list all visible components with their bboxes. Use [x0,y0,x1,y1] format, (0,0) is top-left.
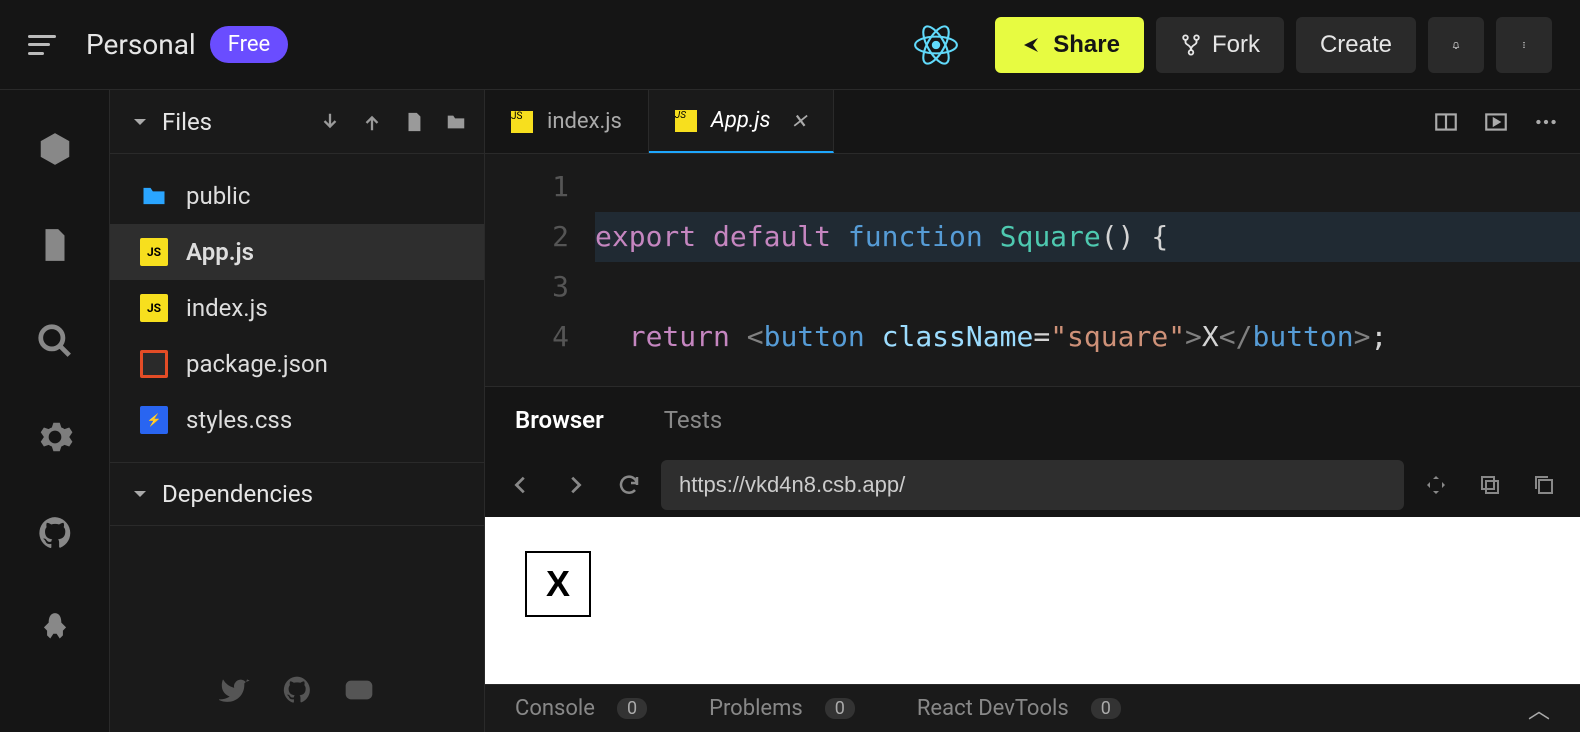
create-button[interactable]: Create [1296,17,1416,73]
file-tree-folder-public[interactable]: public [110,168,484,224]
open-new-window-icon[interactable] [1522,463,1566,507]
files-panel-header[interactable]: Files [110,90,484,154]
workspace-name[interactable]: Personal [86,28,196,61]
share-button[interactable]: Share [995,17,1144,73]
line-number: 1 [485,162,569,212]
json-file-icon [140,350,168,378]
line-number: 2 [485,212,569,262]
reload-icon[interactable] [607,463,651,507]
nav-back-icon[interactable] [499,463,543,507]
copy-preview-icon[interactable] [1468,463,1512,507]
code-editor[interactable]: 1 2 3 4 export default function Square()… [485,154,1580,386]
css-file-icon: ⚡ [140,406,168,434]
upload-icon[interactable] [356,106,388,138]
deploy-icon[interactable] [36,610,74,648]
folder-icon [140,182,168,210]
preview-tab-tests[interactable]: Tests [664,406,723,434]
js-file-icon: JS [511,111,533,133]
tab-label: App.js [711,108,771,133]
files-title: Files [162,108,304,136]
download-icon[interactable] [314,106,346,138]
line-number: 3 [485,262,569,312]
preview-tab-browser[interactable]: Browser [515,406,604,434]
dependencies-title: Dependencies [162,480,313,508]
create-label: Create [1320,31,1392,59]
github-social-icon[interactable] [281,674,313,706]
preview-frame: X [485,517,1580,684]
github-icon[interactable] [36,514,74,552]
settings-icon[interactable] [36,418,74,456]
expand-panel-icon[interactable]: ︿ [1528,693,1550,725]
file-icon[interactable] [36,226,74,264]
menu-icon[interactable] [28,35,56,55]
close-tab-icon[interactable]: ✕ [791,109,808,133]
plan-badge[interactable]: Free [210,26,288,63]
split-editor-icon[interactable] [1424,100,1468,144]
share-label: Share [1053,31,1120,59]
nav-forward-icon[interactable] [553,463,597,507]
file-tree-item-styles[interactable]: ⚡ styles.css [110,392,484,448]
file-label: public [186,182,250,210]
sandbox-icon[interactable] [36,130,74,168]
console-tab[interactable]: Console [515,696,595,721]
discord-icon[interactable] [343,674,375,706]
file-label: index.js [186,294,268,322]
console-count: 0 [617,698,647,719]
more-tabs-icon[interactable] [1524,100,1568,144]
react-logo-icon [913,22,959,68]
file-label: styles.css [186,406,292,434]
file-label: App.js [186,238,254,266]
fork-button[interactable]: Fork [1156,17,1284,73]
chevron-down-icon [132,486,148,502]
js-file-icon: JS [675,110,697,132]
problems-tab[interactable]: Problems [709,696,803,721]
file-tree-item-package[interactable]: package.json [110,336,484,392]
editor-tab-index[interactable]: JS index.js [485,90,649,153]
preview-url-input[interactable] [661,460,1404,510]
new-folder-icon[interactable] [440,106,472,138]
editor-tab-app[interactable]: JS App.js ✕ [649,90,834,153]
dependencies-panel-header[interactable]: Dependencies [110,462,484,526]
more-menu-button[interactable] [1496,17,1552,73]
file-tree-item-index[interactable]: JS index.js [110,280,484,336]
devtools-count: 0 [1091,698,1121,719]
search-icon[interactable] [36,322,74,360]
line-number: 4 [485,312,569,362]
js-file-icon: JS [140,294,168,322]
file-label: package.json [186,350,328,378]
problems-count: 0 [825,698,855,719]
file-tree-item-app[interactable]: JS App.js [110,224,484,280]
js-file-icon: JS [140,238,168,266]
preview-icon[interactable] [1474,100,1518,144]
preview-square-button[interactable]: X [525,551,591,617]
expand-preview-icon[interactable] [1414,463,1458,507]
fork-label: Fork [1212,31,1260,59]
twitter-icon[interactable] [219,674,251,706]
new-file-icon[interactable] [398,106,430,138]
notifications-button[interactable] [1428,17,1484,73]
chevron-down-icon [132,114,148,130]
tab-label: index.js [547,109,622,134]
devtools-tab[interactable]: React DevTools [917,696,1069,721]
